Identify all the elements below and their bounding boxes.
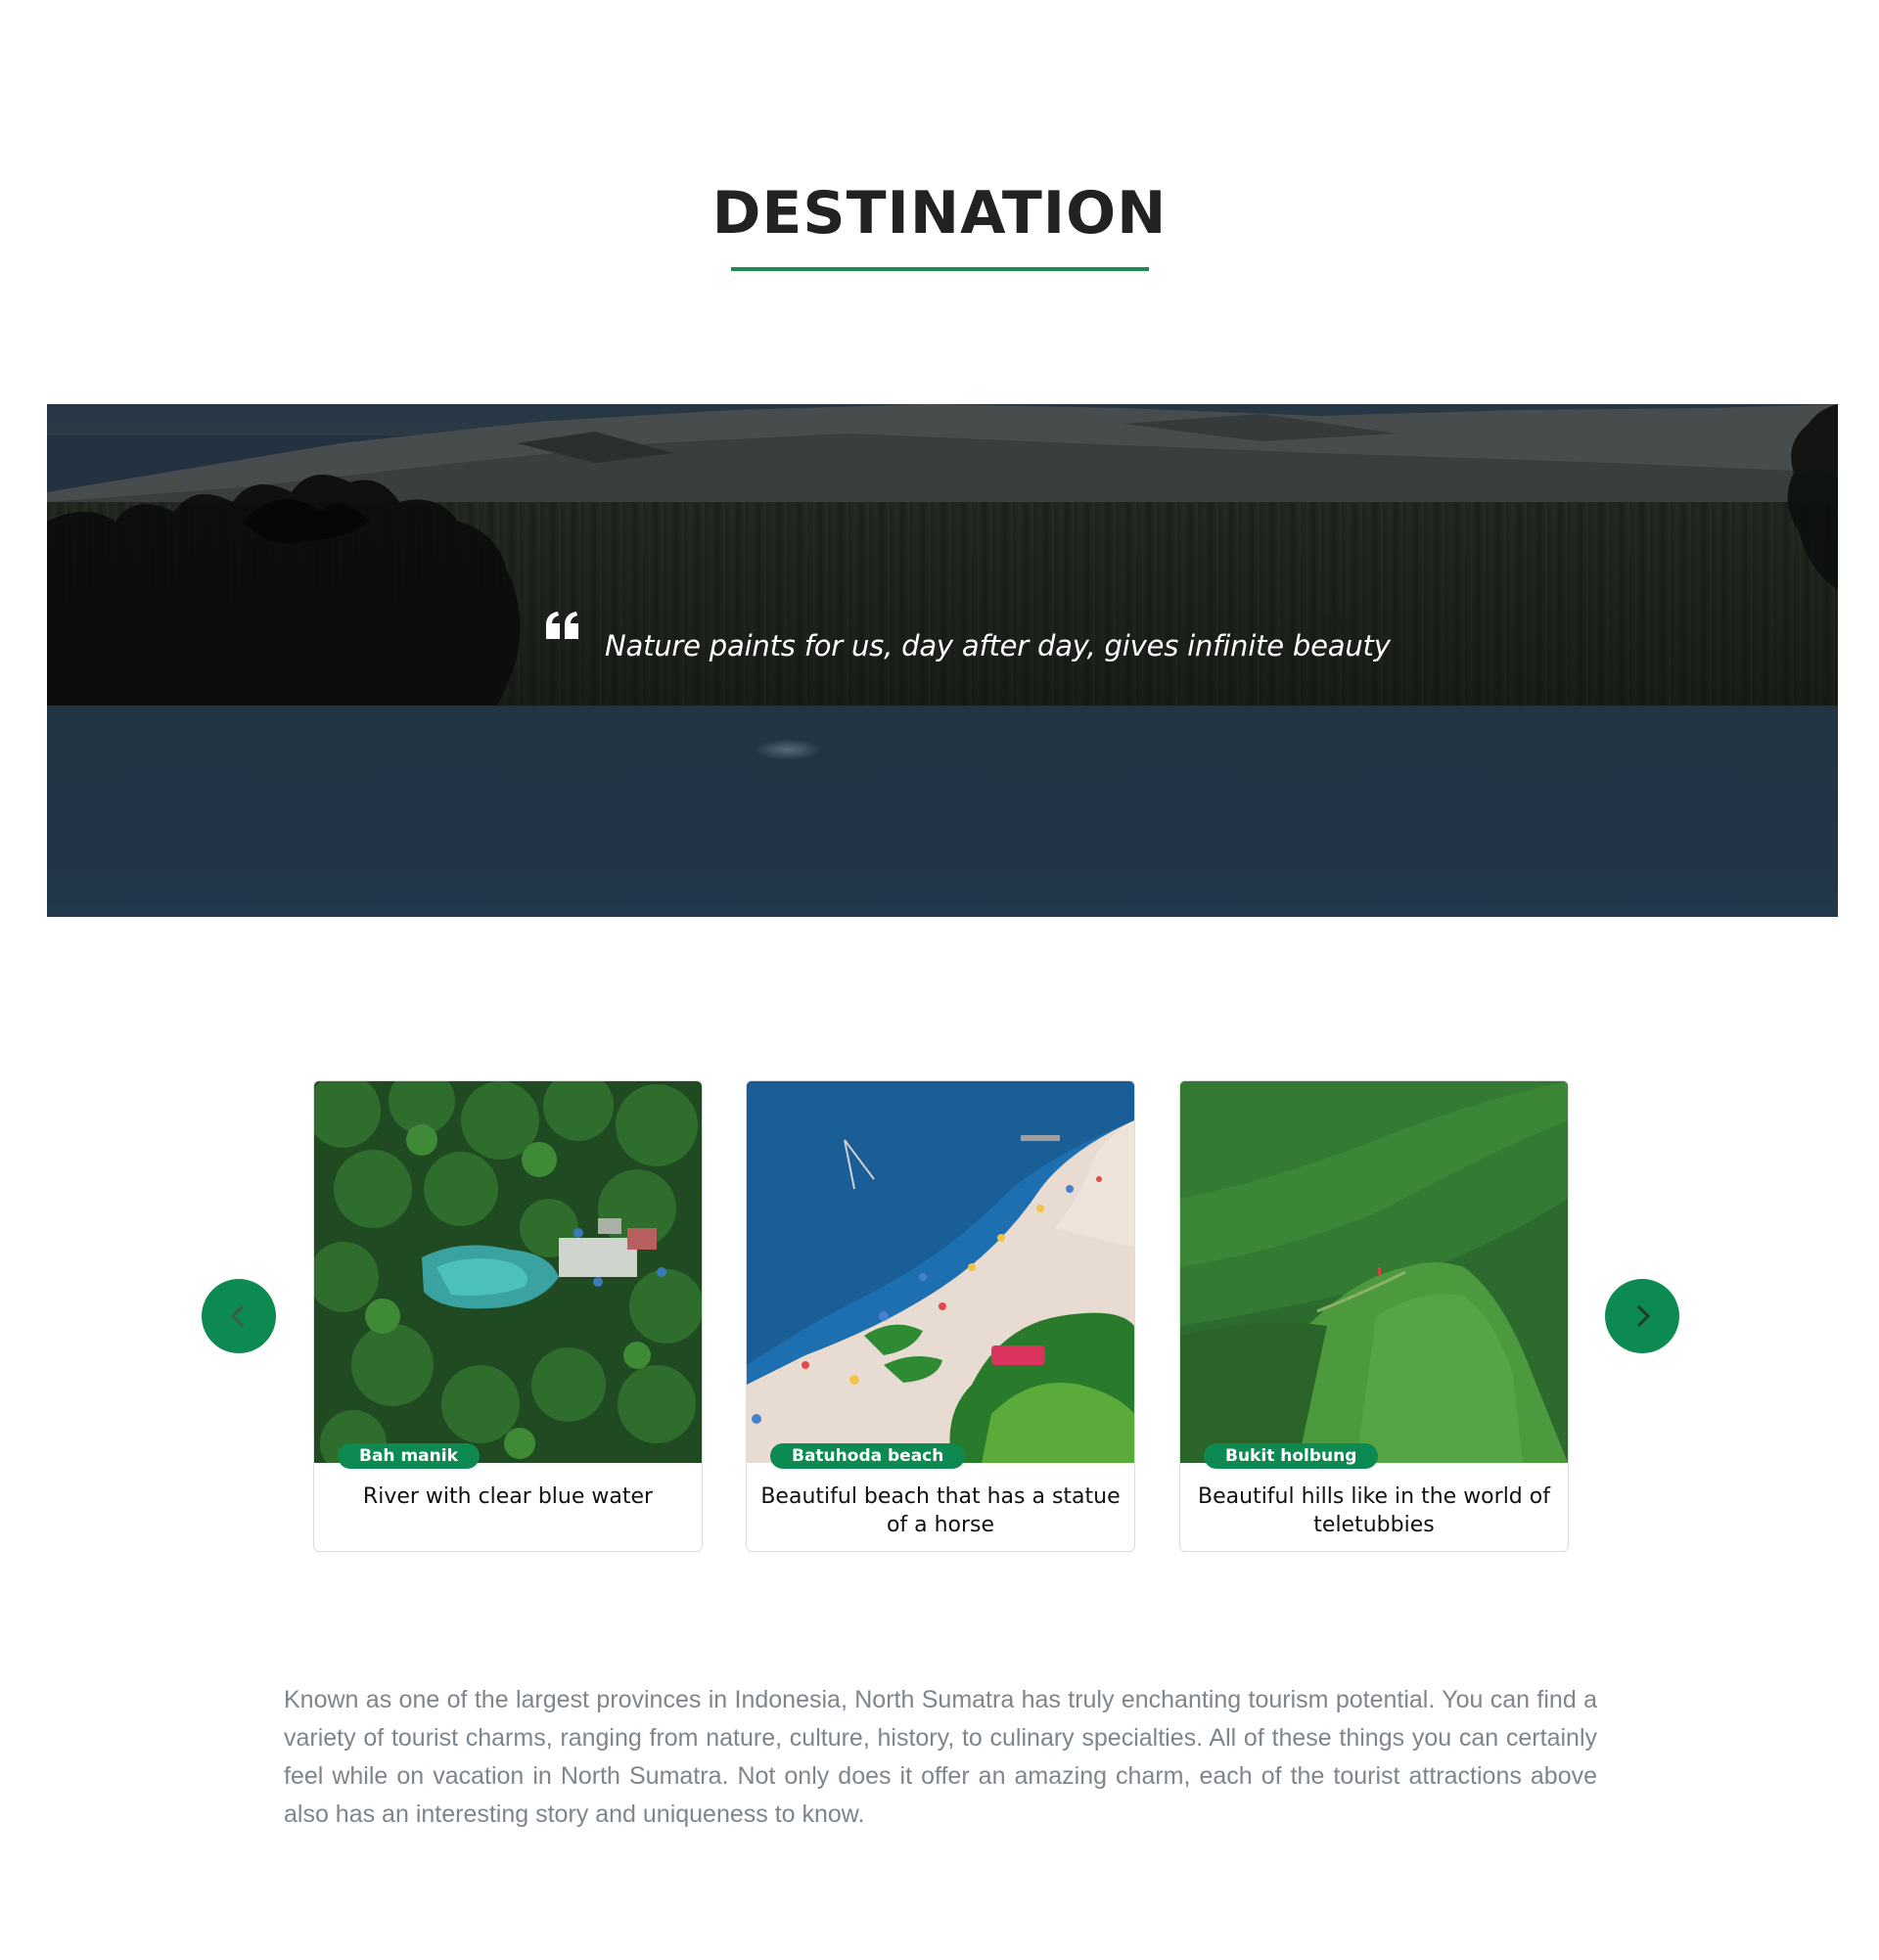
card-tag: Bah manik xyxy=(338,1443,480,1469)
hero-quote: Nature paints for us, day after day, giv… xyxy=(605,629,1391,662)
hero-tree-right xyxy=(1787,404,1838,590)
hero-water xyxy=(47,706,1838,917)
hero-tree-silhouette xyxy=(47,475,521,706)
card-image-batuhoda-beach xyxy=(747,1081,1134,1463)
hero-banner: Nature paints for us, day after day, giv… xyxy=(47,404,1838,917)
card-tag: Batuhoda beach xyxy=(770,1443,966,1469)
hero-cloud-reflection xyxy=(754,739,822,760)
section-header: DESTINATION xyxy=(0,174,1879,252)
destination-card[interactable]: Bah manik River with clear blue water xyxy=(313,1080,703,1552)
card-description: Beautiful hills like in the world of tel… xyxy=(1198,1484,1550,1537)
about-paragraph: Known as one of the largest provinces in… xyxy=(284,1686,1597,1828)
carousel-next-button[interactable] xyxy=(1605,1279,1679,1353)
quote-icon xyxy=(546,612,578,639)
card-image-bukit-holbung xyxy=(1180,1081,1568,1463)
chevron-left-icon xyxy=(230,1304,245,1328)
card-description: River with clear blue water xyxy=(362,1484,654,1509)
card-image-bah-manik xyxy=(314,1081,702,1463)
destination-card[interactable]: Batuhoda beach Beautiful beach that has … xyxy=(746,1080,1135,1552)
destination-card[interactable]: Bukit holbung Beautiful hills like in th… xyxy=(1179,1080,1569,1552)
carousel-prev-button[interactable] xyxy=(202,1279,276,1353)
card-tag: Bukit holbung xyxy=(1204,1443,1379,1469)
chevron-right-icon xyxy=(1636,1304,1651,1328)
title-underline xyxy=(731,267,1149,271)
section-title: DESTINATION xyxy=(711,179,1168,248)
card-description: Beautiful beach that has a statue of a h… xyxy=(760,1484,1121,1537)
